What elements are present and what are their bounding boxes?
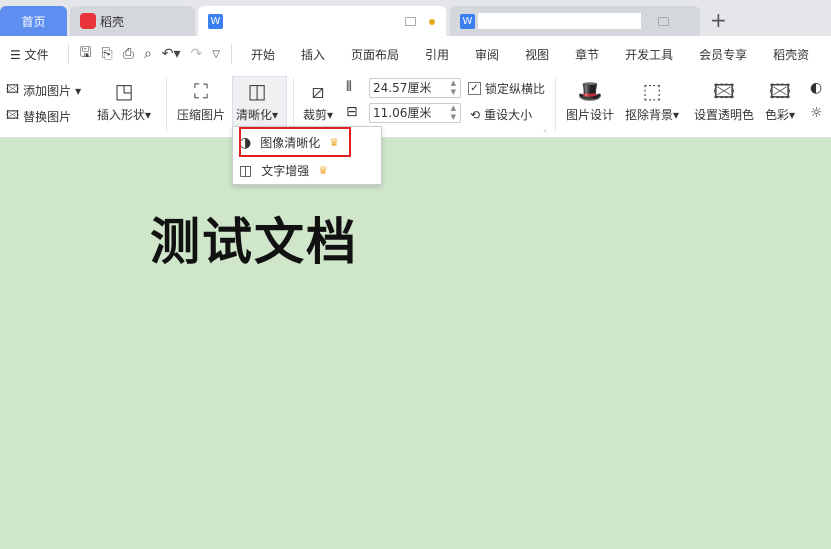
tab-home[interactable]: 首页 <box>0 6 67 36</box>
divider <box>166 78 167 132</box>
redo-icon[interactable]: ↷ <box>186 46 208 62</box>
value: 11.06厘米 <box>373 106 432 120</box>
label: 图片设计 <box>566 108 615 122</box>
contrast-icon[interactable]: ◐ <box>810 80 822 96</box>
crown-icon: ♛ <box>318 164 329 177</box>
menu-daoke[interactable]: 稻壳资 <box>760 46 822 63</box>
crop-icon: ⧄ <box>311 79 325 103</box>
label: 压缩图片 <box>177 108 226 122</box>
menu-references[interactable]: 引用 <box>412 46 462 63</box>
label: 替换图片 <box>23 110 72 124</box>
color-button[interactable]: 🖾 色彩▾ <box>765 76 795 123</box>
compress-picture-button[interactable]: ⛶ 压缩图片 <box>177 76 225 123</box>
text-enhance-icon: ◫ <box>239 162 253 179</box>
color-brush-icon: 🖾 <box>769 79 791 103</box>
menu-bar: ☰ 文件 🖫 ⎘ ⎙ ⌕ ↶▾ ↷ ▽ 开始 插入 页面布局 引用 审阅 视图 … <box>0 36 831 72</box>
divider <box>293 78 294 132</box>
replace-picture-button[interactable]: 🖾 替换图片 <box>6 106 71 127</box>
unsaved-dot-icon <box>429 19 435 25</box>
value: 24.57厘米 <box>373 81 432 95</box>
divider <box>230 44 232 64</box>
export-icon[interactable]: ⎘ <box>97 46 118 62</box>
menu-start[interactable]: 开始 <box>238 46 288 63</box>
remove-background-button[interactable]: ⬚ 抠除背景▾ <box>625 76 679 123</box>
label: 添加图片 <box>23 84 72 98</box>
label: 裁剪 <box>303 108 328 122</box>
new-tab-button[interactable]: + <box>710 8 727 32</box>
writer-doc-icon: W <box>208 13 223 29</box>
save-icon[interactable]: 🖫 <box>75 42 97 66</box>
tab-title-blank <box>478 13 641 29</box>
picture-design-button[interactable]: 🎩 图片设计 <box>566 76 614 123</box>
monitor-icon <box>658 17 669 26</box>
dialog-launcher-icon[interactable]: ⌟ <box>543 124 547 133</box>
menu-layout[interactable]: 页面布局 <box>338 46 412 63</box>
menu-view[interactable]: 视图 <box>512 46 562 63</box>
design-hat-icon: 🎩 <box>577 79 603 103</box>
menu-review[interactable]: 审阅 <box>462 46 512 63</box>
label: 清晰化 <box>236 108 273 122</box>
shape-icon: ◳ <box>114 79 134 103</box>
sharpen-icon: ◫ <box>247 79 267 103</box>
insert-shape-button[interactable]: ◳ 插入形状▾ <box>97 76 151 123</box>
width-icon: ⫴ <box>346 79 352 95</box>
tab-daoke[interactable]: 稻壳 <box>70 6 195 36</box>
set-transparent-button[interactable]: 🖾 设置透明色 <box>694 76 754 123</box>
file-menu[interactable]: ☰ 文件 <box>0 46 62 63</box>
label: 重设大小 <box>484 108 533 122</box>
undo-icon[interactable]: ↶▾ <box>157 46 186 62</box>
menu-section[interactable]: 章节 <box>562 46 612 63</box>
spinner-icon[interactable]: ▲ ▼ <box>451 79 456 97</box>
brightness-icon[interactable]: ☼ <box>810 105 823 121</box>
tab-label: 稻壳 <box>100 14 125 29</box>
file-label: 文件 <box>24 47 49 62</box>
lock-ratio-checkbox[interactable]: ✓ 锁定纵横比 <box>468 80 545 97</box>
highlight-box <box>239 127 351 157</box>
transparent-color-icon: 🖾 <box>713 79 735 103</box>
sharpen-button[interactable]: ◫ 清晰化▾ <box>236 76 278 123</box>
daoke-logo-icon <box>80 13 96 29</box>
document-title: 测试文档 <box>150 213 358 271</box>
compress-icon: ⛶ <box>194 79 208 103</box>
add-picture-button[interactable]: 🖾 添加图片 ▾ <box>6 80 81 101</box>
print-preview-icon[interactable]: ⌕ <box>139 46 157 62</box>
replace-picture-icon: 🖾 <box>6 108 20 122</box>
picture-icon: 🖾 <box>6 82 20 96</box>
tab-other-document[interactable]: W <box>450 6 700 36</box>
tab-label: 首页 <box>21 14 46 29</box>
menu-developer[interactable]: 开发工具 <box>612 46 686 63</box>
menu-insert[interactable]: 插入 <box>288 46 338 63</box>
height-field[interactable]: 11.06厘米 ▲ ▼ <box>369 103 461 123</box>
picture-ribbon: 🖾 添加图片 ▾ 🖾 替换图片 ◳ 插入形状▾ ⛶ 压缩图片 ◫ 清晰化▾ ⧄ 裁剪▾ ⫴ 2… <box>0 72 831 138</box>
reset-size-button[interactable]: ⟲ 重设大小 <box>470 106 532 123</box>
label: 文字增强 <box>261 164 310 178</box>
reset-size-icon: ⟲ <box>470 107 481 122</box>
width-field[interactable]: 24.57厘米 ▲ ▼ <box>369 78 461 98</box>
divider <box>555 78 556 132</box>
monitor-icon <box>405 17 416 26</box>
label: 设置透明色 <box>694 108 755 122</box>
tab-bar: 首页 稻壳 W W + <box>0 0 831 36</box>
label: 色彩 <box>765 108 790 122</box>
label: 抠除背景 <box>625 108 674 122</box>
menu-item-text-enhance[interactable]: ◫ 文字增强 ♛ <box>239 162 328 179</box>
writer-doc-icon: W <box>460 13 475 29</box>
print-icon[interactable]: ⎙ <box>118 46 139 62</box>
label: 锁定纵横比 <box>485 82 546 96</box>
spinner-icon[interactable]: ▲ ▼ <box>451 104 456 122</box>
menu-member[interactable]: 会员专享 <box>686 46 760 63</box>
height-icon: ⊟ <box>346 104 358 120</box>
tab-current-document[interactable]: W <box>198 6 446 36</box>
remove-bg-icon: ⬚ <box>642 79 662 103</box>
customize-chevron-icon[interactable]: ▽ <box>207 49 225 60</box>
checkbox-checked-icon: ✓ <box>468 82 481 95</box>
label: 插入形状 <box>97 108 146 122</box>
crop-button[interactable]: ⧄ 裁剪▾ <box>303 76 333 123</box>
divider <box>67 44 69 64</box>
